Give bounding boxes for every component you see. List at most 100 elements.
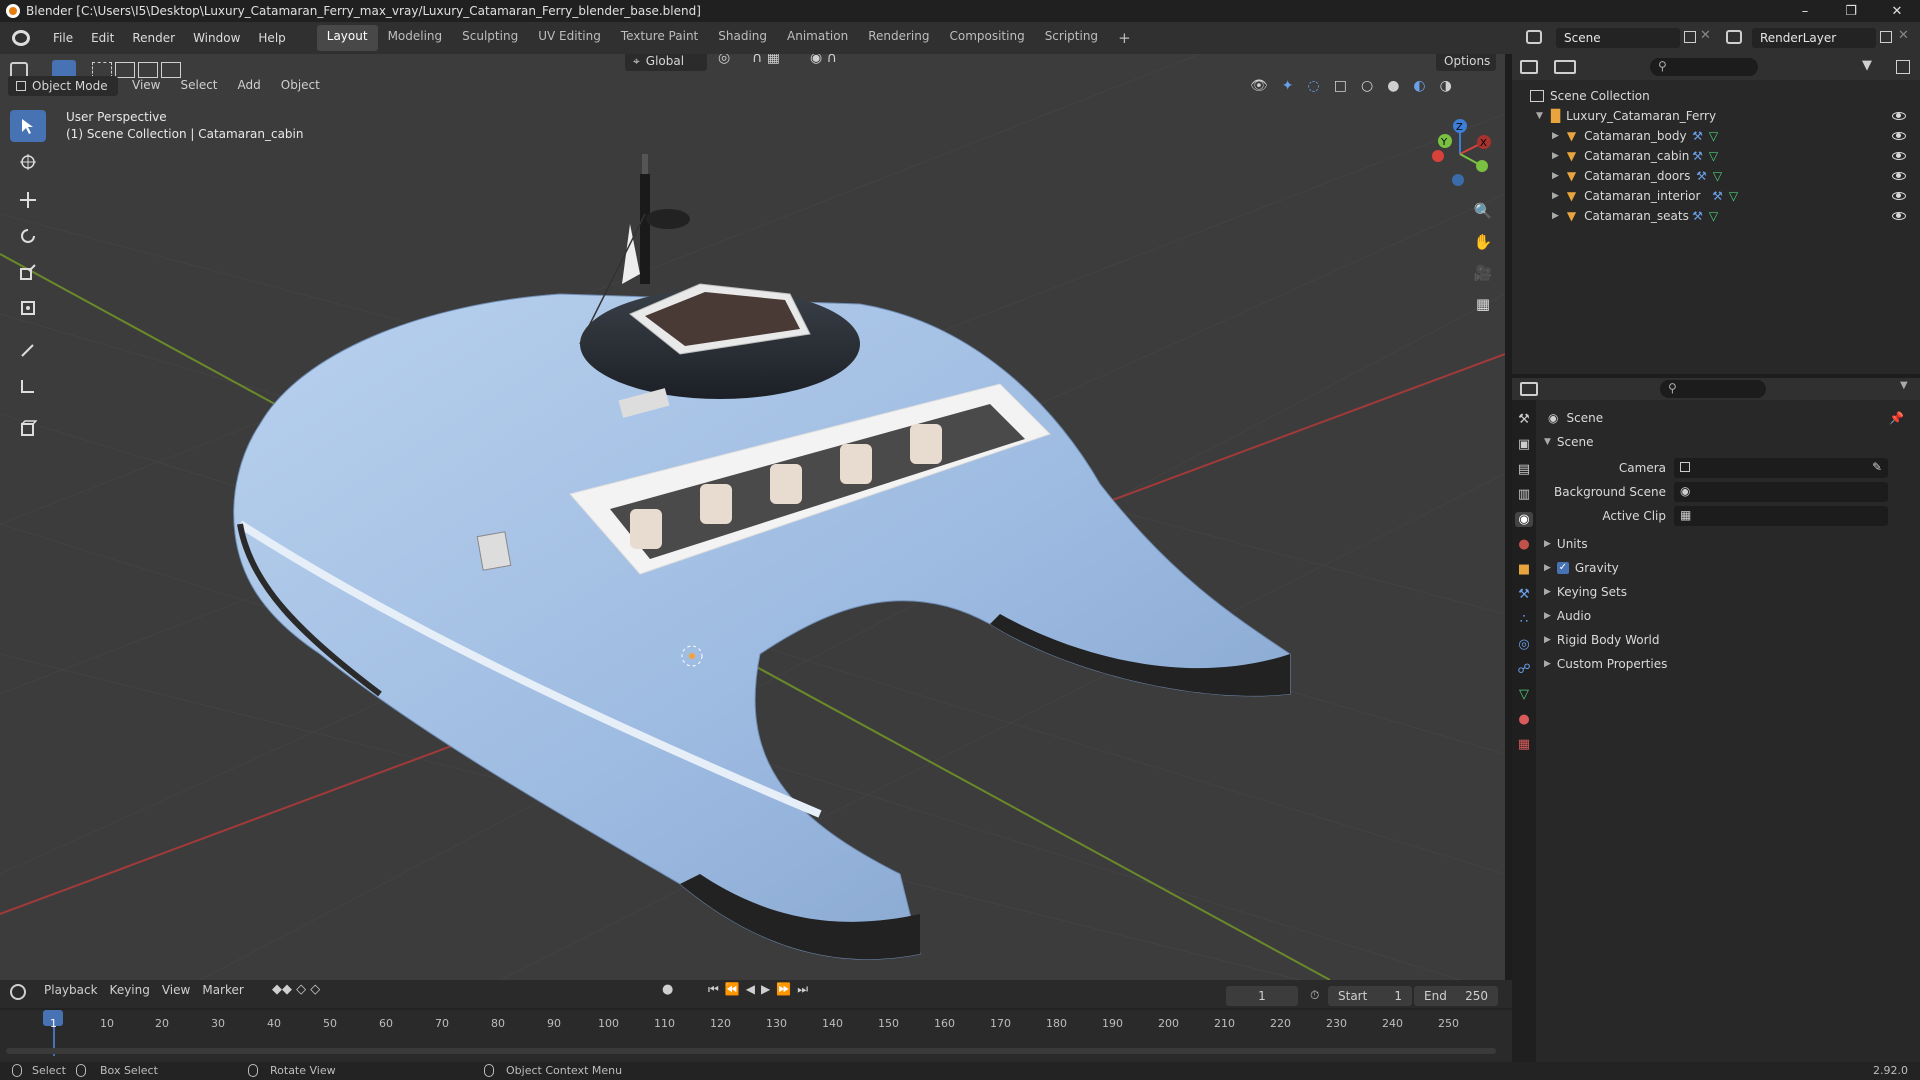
overlay-toggle-icon[interactable]: ◌	[1308, 78, 1320, 94]
tab-scripting[interactable]: Scripting	[1035, 25, 1108, 51]
zoom-icon[interactable]: 🔍	[1470, 196, 1496, 227]
mesh-data-icon[interactable]: ▽	[1709, 129, 1718, 143]
jump-end-icon[interactable]: ⏭	[797, 982, 808, 997]
outliner-item[interactable]: ▶ ▼ Catamaran_cabin ⚒ ▽	[1552, 146, 1916, 166]
shading-solid-icon[interactable]: ●	[1387, 78, 1399, 94]
blender-menu-icon[interactable]	[12, 30, 30, 46]
shading-rendered-icon[interactable]: ◑	[1440, 78, 1452, 94]
scale-tool-icon[interactable]	[10, 256, 46, 288]
view-layer-tab-icon[interactable]: ▥	[1518, 487, 1530, 502]
navigation-gizmo[interactable]: Z X Y	[1420, 114, 1500, 194]
audio-section[interactable]: ▶ Audio	[1544, 606, 1914, 626]
end-frame-field[interactable]: End 250	[1414, 986, 1498, 1006]
tab-layout[interactable]: Layout	[316, 25, 378, 51]
options-dropdown[interactable]: Options	[1436, 54, 1496, 71]
tool-tab-icon[interactable]: ⚒	[1518, 412, 1530, 427]
measure-tool-icon[interactable]	[10, 370, 46, 402]
menu-render[interactable]: Render	[123, 31, 184, 45]
viewport-menu-add[interactable]: Add	[238, 78, 261, 92]
3d-viewport[interactable]: ⌖ Global ◎ ∩ ▦ ◉ ∩ Options Object Mode V…	[0, 54, 1505, 980]
tab-compositing[interactable]: Compositing	[939, 25, 1034, 51]
timeline-menu-playback[interactable]: Playback	[44, 983, 98, 997]
visibility-eye-icon[interactable]	[1892, 132, 1906, 140]
tab-modeling[interactable]: Modeling	[378, 25, 453, 51]
menu-edit[interactable]: Edit	[82, 31, 123, 45]
material-tab-icon[interactable]: ●	[1518, 712, 1529, 727]
menu-help[interactable]: Help	[249, 31, 294, 45]
xray-icon[interactable]: □	[1334, 78, 1347, 94]
tab-shading[interactable]: Shading	[708, 25, 777, 51]
modifier-wrench-icon[interactable]: ⚒	[1696, 169, 1707, 183]
outliner-scene-collection[interactable]: Scene Collection	[1530, 86, 1650, 106]
tab-sculpting[interactable]: Sculpting	[452, 25, 528, 51]
current-frame-field[interactable]: 1	[1226, 986, 1298, 1006]
outliner-item[interactable]: ▶ ▼ Catamaran_doors ⚒ ▽	[1552, 166, 1916, 186]
gravity-section[interactable]: ▶ ✓ Gravity	[1544, 558, 1914, 578]
gravity-checkbox[interactable]: ✓	[1556, 562, 1569, 574]
mesh-data-icon[interactable]: ▽	[1709, 209, 1718, 223]
timeline-menu-marker[interactable]: Marker	[202, 983, 243, 997]
play-icon[interactable]: ▶	[761, 982, 770, 997]
properties-search-input[interactable]: ⚲	[1660, 380, 1766, 398]
new-scene-icon[interactable]	[1684, 31, 1696, 43]
view-layer-selector[interactable]: RenderLayer	[1752, 28, 1876, 48]
properties-editor-type-icon[interactable]	[1520, 382, 1538, 396]
tab-texture-paint[interactable]: Texture Paint	[611, 25, 708, 51]
visibility-eye-icon[interactable]	[1892, 152, 1906, 160]
scene-panel-header[interactable]: ▼ Scene	[1544, 432, 1914, 452]
constraints-tab-icon[interactable]: ☍	[1517, 662, 1530, 677]
ortho-grid-icon[interactable]: ▦	[1470, 289, 1496, 320]
tab-uv-editing[interactable]: UV Editing	[528, 25, 611, 51]
play-reverse-icon[interactable]: ◀	[746, 982, 755, 997]
output-tab-icon[interactable]: ▤	[1518, 462, 1530, 477]
viewport-menu-select[interactable]: Select	[180, 78, 217, 92]
timeline-menu-view[interactable]: View	[162, 983, 190, 997]
cursor-tool-icon[interactable]	[10, 146, 46, 178]
pivot-icon[interactable]: ◎	[718, 54, 746, 68]
menu-file[interactable]: File	[44, 31, 82, 45]
visibility-icon[interactable]: 👁	[1250, 78, 1268, 94]
texture-tab-icon[interactable]: ▦	[1518, 737, 1530, 752]
camera-field[interactable]: ✎	[1674, 458, 1888, 478]
gizmo-toggle-icon[interactable]: ✦	[1282, 78, 1294, 94]
outliner-search-input[interactable]: ⚲	[1650, 58, 1758, 76]
maximize-icon[interactable]: ❐	[1828, 0, 1874, 22]
move-tool-icon[interactable]	[10, 184, 46, 216]
eyedropper-icon[interactable]: ✎	[1872, 460, 1882, 474]
modifier-wrench-icon[interactable]: ⚒	[1692, 129, 1703, 143]
shading-material-icon[interactable]: ◐	[1413, 78, 1425, 94]
background-scene-field[interactable]: ◉	[1674, 482, 1888, 502]
particles-tab-icon[interactable]: ∴	[1520, 612, 1528, 627]
viewport-menu-view[interactable]: View	[132, 78, 160, 92]
pin-icon[interactable]: 📌	[1889, 411, 1904, 425]
menu-window[interactable]: Window	[184, 31, 249, 45]
keying-sets-section[interactable]: ▶ Keying Sets	[1544, 582, 1914, 602]
mesh-data-icon[interactable]: ▽	[1709, 149, 1718, 163]
render-tab-icon[interactable]: ▣	[1518, 437, 1530, 452]
jump-keyframe-back-icon[interactable]: ⏪	[725, 982, 740, 997]
properties-options-icon[interactable]: ▼	[1900, 380, 1908, 391]
custom-properties-section[interactable]: ▶ Custom Properties	[1544, 654, 1914, 674]
object-mode-dropdown[interactable]: Object Mode	[8, 76, 118, 96]
data-tab-icon[interactable]: ▽	[1519, 687, 1529, 702]
tab-rendering[interactable]: Rendering	[858, 25, 939, 51]
filter-icon[interactable]: ▼	[1862, 58, 1872, 73]
visibility-eye-icon[interactable]	[1892, 172, 1906, 180]
transform-tool-icon[interactable]	[10, 292, 46, 324]
outliner-editor-type-icon[interactable]	[1520, 60, 1538, 74]
camera-view-icon[interactable]: 🎥	[1470, 258, 1496, 289]
timeline-scrollbar[interactable]	[6, 1048, 1496, 1054]
units-section[interactable]: ▶ Units	[1544, 534, 1914, 554]
keyframe-icons[interactable]: ◆◆ ◇ ◇	[272, 982, 320, 997]
new-collection-icon[interactable]	[1896, 60, 1910, 74]
world-tab-icon[interactable]: ●	[1518, 537, 1529, 552]
add-cube-tool-icon[interactable]	[10, 412, 46, 444]
new-view-layer-icon[interactable]	[1880, 31, 1892, 43]
rigid-body-world-section[interactable]: ▶ Rigid Body World	[1544, 630, 1914, 650]
timeline-menu-keying[interactable]: Keying	[110, 983, 150, 997]
snap-icon[interactable]: ∩ ▦	[752, 54, 804, 68]
close-icon[interactable]: ✕	[1874, 0, 1920, 22]
minimize-icon[interactable]: –	[1782, 0, 1828, 22]
visibility-eye-icon[interactable]	[1892, 112, 1906, 120]
shading-wireframe-icon[interactable]: ○	[1361, 78, 1373, 94]
